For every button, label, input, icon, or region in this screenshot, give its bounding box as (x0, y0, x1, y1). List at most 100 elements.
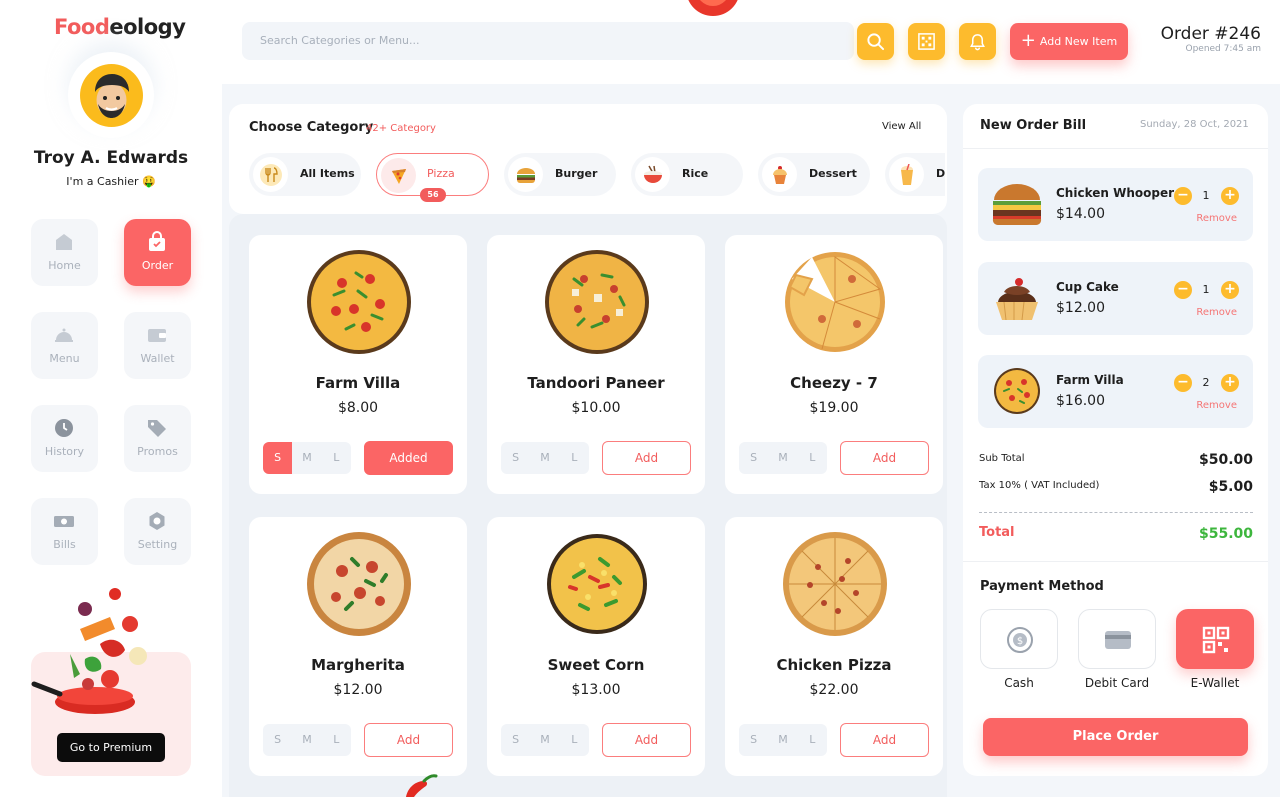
remove-link[interactable]: Remove (1196, 213, 1237, 224)
card-icon (1105, 631, 1131, 649)
brand-logo[interactable]: Foodeology (54, 15, 186, 39)
product-card[interactable]: Chicken Pizza $22.00 SML Add (725, 517, 943, 776)
product-price: $13.00 (571, 682, 621, 698)
category-burger[interactable]: Burger (504, 153, 616, 196)
size-l-option[interactable]: L (798, 724, 827, 756)
product-name: Chicken Pizza (776, 656, 892, 674)
add-button[interactable]: Add (364, 723, 453, 757)
product-name: Cheezy - 7 (790, 374, 878, 392)
product-price: $8.00 (337, 400, 379, 416)
payment-e-wallet-option[interactable] (1176, 609, 1254, 669)
product-image (547, 534, 647, 634)
size-m-option[interactable]: M (530, 724, 559, 756)
product-card[interactable]: Sweet Corn $13.00 SML Add (487, 517, 705, 776)
product-card[interactable]: Farm Villa $8.00 SML Added (249, 235, 467, 494)
size-m-option[interactable]: M (292, 724, 321, 756)
divider (963, 148, 1268, 149)
bill-item: Cup Cake $12.00 − 1 + Remove (978, 262, 1253, 335)
increase-qty-button[interactable]: + (1221, 187, 1239, 205)
size-s-option[interactable]: S (739, 724, 768, 756)
user-role: I'm a Cashier 🤑 (66, 175, 156, 188)
qr-icon (918, 33, 935, 50)
add-new-item-button[interactable]: + Add New Item (1010, 23, 1128, 60)
remove-link[interactable]: Remove (1196, 307, 1237, 318)
size-s-option[interactable]: S (739, 442, 768, 474)
avatar[interactable] (80, 64, 143, 127)
decrease-qty-button[interactable]: − (1174, 281, 1192, 299)
payment-cash-option[interactable]: $ (980, 609, 1058, 669)
product-card[interactable]: Cheezy - 7 $19.00 SML Add (725, 235, 943, 494)
payment-method-title: Payment Method (980, 579, 1104, 594)
size-m-option[interactable]: M (768, 724, 797, 756)
remove-link[interactable]: Remove (1196, 400, 1237, 411)
burger-image (992, 184, 1042, 226)
pizza-image (994, 368, 1040, 414)
add-button[interactable]: Add (840, 441, 929, 475)
size-m-option[interactable]: M (530, 442, 559, 474)
view-all-link[interactable]: View All (882, 121, 921, 132)
payment-e-wallet-label: E-Wallet (1190, 676, 1240, 690)
notification-button[interactable] (959, 23, 996, 60)
size-selector: SML (739, 442, 827, 474)
category-dessert[interactable]: Dessert (758, 153, 870, 196)
increase-qty-button[interactable]: + (1221, 374, 1239, 392)
nav-history[interactable]: History (31, 405, 98, 472)
size-l-option[interactable]: L (322, 442, 351, 474)
product-image (307, 250, 411, 354)
place-order-button[interactable]: Place Order (983, 718, 1248, 756)
nav-home[interactable]: Home (31, 219, 98, 286)
add-button[interactable]: Add (602, 723, 691, 757)
nav-bills[interactable]: Bills (31, 498, 98, 565)
nav-setting[interactable]: Setting (124, 498, 191, 565)
bill-item-price: $12.00 (1056, 300, 1105, 316)
decrease-qty-button[interactable]: − (1174, 374, 1192, 392)
increase-qty-button[interactable]: + (1221, 281, 1239, 299)
category-list: All Items Pizza Burger Rice Dessert D (249, 150, 945, 210)
nav-wallet[interactable]: Wallet (124, 312, 191, 379)
bill-item-price: $14.00 (1056, 206, 1105, 222)
size-l-option[interactable]: L (798, 442, 827, 474)
product-card[interactable]: Margherita $12.00 SML Add (249, 517, 467, 776)
added-button[interactable]: Added (364, 441, 453, 475)
size-m-option[interactable]: M (768, 442, 797, 474)
size-m-option[interactable]: M (292, 442, 321, 474)
size-s-option[interactable]: S (263, 442, 293, 474)
total-label: Total (979, 525, 1015, 540)
category-rice[interactable]: Rice (631, 153, 743, 196)
product-image (785, 252, 885, 352)
cupcake-icon (762, 157, 797, 192)
payment-debit-card-option[interactable] (1078, 609, 1156, 669)
decrease-qty-button[interactable]: − (1174, 187, 1192, 205)
burger-icon (508, 157, 543, 192)
tax-label: Tax 10% ( VAT Included) (979, 480, 1100, 491)
qr-scan-button[interactable] (908, 23, 945, 60)
tax-value: $5.00 (1208, 479, 1253, 495)
size-s-option[interactable]: S (501, 724, 530, 756)
size-l-option[interactable]: L (560, 724, 589, 756)
product-card[interactable]: Tandoori Paneer $10.00 SML Add (487, 235, 705, 494)
add-button[interactable]: Add (602, 441, 691, 475)
category-all-items[interactable]: All Items (249, 153, 361, 196)
search-button[interactable] (857, 23, 894, 60)
size-selector: SML (501, 442, 589, 474)
clock-icon (55, 419, 73, 437)
go-to-premium-button[interactable]: Go to Premium (57, 733, 165, 762)
nav-order[interactable]: Order (124, 219, 191, 286)
category-drinks[interactable]: D (885, 153, 945, 196)
nav-promos[interactable]: Promos (124, 405, 191, 472)
nav-menu[interactable]: Menu (31, 312, 98, 379)
top-header: Foodeology Search Categories or Menu... … (0, 0, 1280, 84)
size-l-option[interactable]: L (560, 442, 589, 474)
payment-debit-card-label: Debit Card (1084, 676, 1150, 690)
qty-value: 2 (1202, 376, 1210, 389)
search-input[interactable]: Search Categories or Menu... (242, 22, 854, 60)
size-l-option[interactable]: L (322, 724, 351, 756)
size-s-option[interactable]: S (263, 724, 292, 756)
size-selector: SML (739, 724, 827, 756)
cooking-pan-illustration (31, 588, 147, 714)
cloche-icon (55, 328, 73, 342)
bill-item-name: Chicken Whooper (1056, 186, 1175, 200)
size-s-option[interactable]: S (501, 442, 530, 474)
add-button[interactable]: Add (840, 723, 929, 757)
svg-text:$: $ (1017, 636, 1023, 647)
